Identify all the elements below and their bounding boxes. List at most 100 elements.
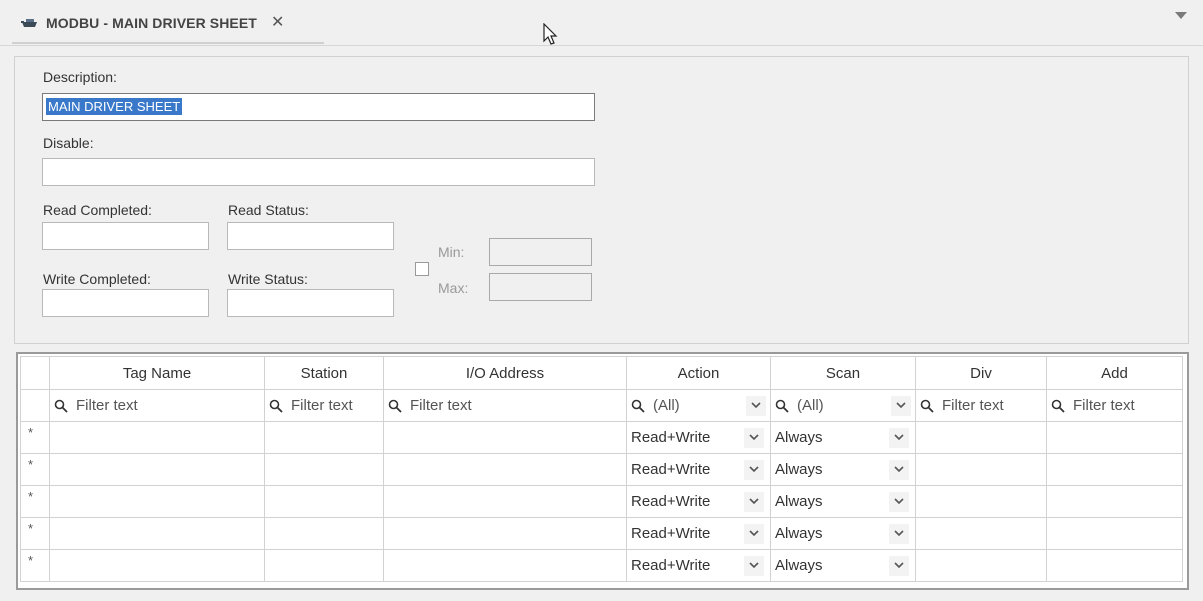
cell-scan[interactable]: Always <box>770 549 916 582</box>
cell-tag-name[interactable] <box>49 485 265 518</box>
action-value: Read+Write <box>631 493 711 510</box>
cell-div[interactable] <box>915 453 1047 486</box>
search-icon <box>54 399 68 413</box>
cell-station[interactable] <box>264 453 384 486</box>
cell-action[interactable]: Read+Write <box>626 485 771 518</box>
close-icon[interactable]: ✕ <box>271 15 284 31</box>
tab-overflow-chevron-icon[interactable] <box>1175 12 1187 19</box>
cell-io-address[interactable] <box>383 517 627 550</box>
filter-add[interactable]: Filter text <box>1046 389 1183 422</box>
column-header-station[interactable]: Station <box>264 356 384 390</box>
cell-add[interactable] <box>1046 517 1183 550</box>
description-field[interactable]: MAIN DRIVER SHEET <box>42 93 595 121</box>
write-status-field[interactable] <box>227 289 394 317</box>
column-header-div[interactable]: Div <box>915 356 1047 390</box>
cell-io-address[interactable] <box>383 421 627 454</box>
cell-scan[interactable]: Always <box>770 453 916 486</box>
chevron-down-icon[interactable] <box>891 395 911 416</box>
tab-title: MODBU - MAIN DRIVER SHEET <box>46 15 257 31</box>
chevron-down-icon[interactable] <box>889 427 909 448</box>
cell-scan[interactable]: Always <box>770 485 916 518</box>
row-header[interactable]: * <box>20 485 50 518</box>
cell-station[interactable] <box>264 485 384 518</box>
table-row[interactable]: * Read+Write Always <box>20 517 1183 550</box>
column-header-io-address[interactable]: I/O Address <box>383 356 627 390</box>
filter-placeholder: Filter text <box>76 397 138 414</box>
column-header-action[interactable]: Action <box>626 356 771 390</box>
chevron-down-icon[interactable] <box>746 395 766 416</box>
cell-tag-name[interactable] <box>49 453 265 486</box>
cell-tag-name[interactable] <box>49 549 265 582</box>
cell-tag-name[interactable] <box>49 421 265 454</box>
chevron-down-icon[interactable] <box>744 523 764 544</box>
row-header[interactable]: * <box>20 421 50 454</box>
chevron-down-icon[interactable] <box>889 459 909 480</box>
cell-div[interactable] <box>915 485 1047 518</box>
filter-action[interactable]: (All) <box>626 389 771 422</box>
cell-action[interactable]: Read+Write <box>626 549 771 582</box>
table-row[interactable]: * Read+Write Always <box>20 549 1183 582</box>
min-field[interactable] <box>489 238 592 266</box>
scan-value: Always <box>775 493 823 510</box>
min-label: Min: <box>438 244 465 260</box>
cell-io-address[interactable] <box>383 453 627 486</box>
read-completed-field[interactable] <box>42 222 209 250</box>
filter-station[interactable]: Filter text <box>264 389 384 422</box>
cell-action[interactable]: Read+Write <box>626 421 771 454</box>
filter-io-address[interactable]: Filter text <box>383 389 627 422</box>
cell-add[interactable] <box>1046 549 1183 582</box>
cell-action[interactable]: Read+Write <box>626 517 771 550</box>
new-row-marker: * <box>28 457 34 472</box>
filter-scan[interactable]: (All) <box>770 389 916 422</box>
new-row-marker: * <box>28 521 34 536</box>
tab-main-driver-sheet[interactable]: MODBU - MAIN DRIVER SHEET ✕ <box>12 4 324 44</box>
cell-station[interactable] <box>264 549 384 582</box>
cell-div[interactable] <box>915 549 1047 582</box>
corner-cell <box>20 356 50 390</box>
max-field[interactable] <box>489 273 592 301</box>
cell-add[interactable] <box>1046 485 1183 518</box>
cell-add[interactable] <box>1046 421 1183 454</box>
table-row[interactable]: * Read+Write Always <box>20 485 1183 518</box>
cell-io-address[interactable] <box>383 485 627 518</box>
row-header[interactable]: * <box>20 549 50 582</box>
chevron-down-icon[interactable] <box>889 523 909 544</box>
chevron-down-icon[interactable] <box>744 427 764 448</box>
chevron-down-icon[interactable] <box>889 491 909 512</box>
column-header-tag-name[interactable]: Tag Name <box>49 356 265 390</box>
scan-value: Always <box>775 461 823 478</box>
mouse-cursor-icon <box>543 23 558 45</box>
cell-station[interactable] <box>264 517 384 550</box>
read-status-field[interactable] <box>227 222 394 250</box>
cell-tag-name[interactable] <box>49 517 265 550</box>
min-max-checkbox[interactable] <box>415 262 429 276</box>
chevron-down-icon[interactable] <box>744 491 764 512</box>
cell-station[interactable] <box>264 421 384 454</box>
tags-table: Tag Name Station I/O Address Action Scan… <box>20 356 1183 582</box>
disable-label: Disable: <box>43 135 94 151</box>
cell-div[interactable] <box>915 421 1047 454</box>
cell-io-address[interactable] <box>383 549 627 582</box>
chevron-down-icon[interactable] <box>744 555 764 576</box>
filter-tag-name[interactable]: Filter text <box>49 389 265 422</box>
cell-add[interactable] <box>1046 453 1183 486</box>
table-row[interactable]: * Read+Write Always <box>20 453 1183 486</box>
column-header-scan[interactable]: Scan <box>770 356 916 390</box>
cell-scan[interactable]: Always <box>770 421 916 454</box>
cell-div[interactable] <box>915 517 1047 550</box>
cell-action[interactable]: Read+Write <box>626 453 771 486</box>
action-value: Read+Write <box>631 557 711 574</box>
chevron-down-icon[interactable] <box>744 459 764 480</box>
chevron-down-icon[interactable] <box>889 555 909 576</box>
filter-div[interactable]: Filter text <box>915 389 1047 422</box>
write-completed-field[interactable] <box>42 289 209 317</box>
cell-scan[interactable]: Always <box>770 517 916 550</box>
column-header-add[interactable]: Add <box>1046 356 1183 390</box>
disable-field[interactable] <box>42 158 595 186</box>
description-label: Description: <box>43 69 117 85</box>
row-header[interactable]: * <box>20 517 50 550</box>
filter-all-value: (All) <box>797 397 824 414</box>
new-row-marker: * <box>28 553 34 568</box>
row-header[interactable]: * <box>20 453 50 486</box>
table-row[interactable]: * Read+Write Always <box>20 421 1183 454</box>
